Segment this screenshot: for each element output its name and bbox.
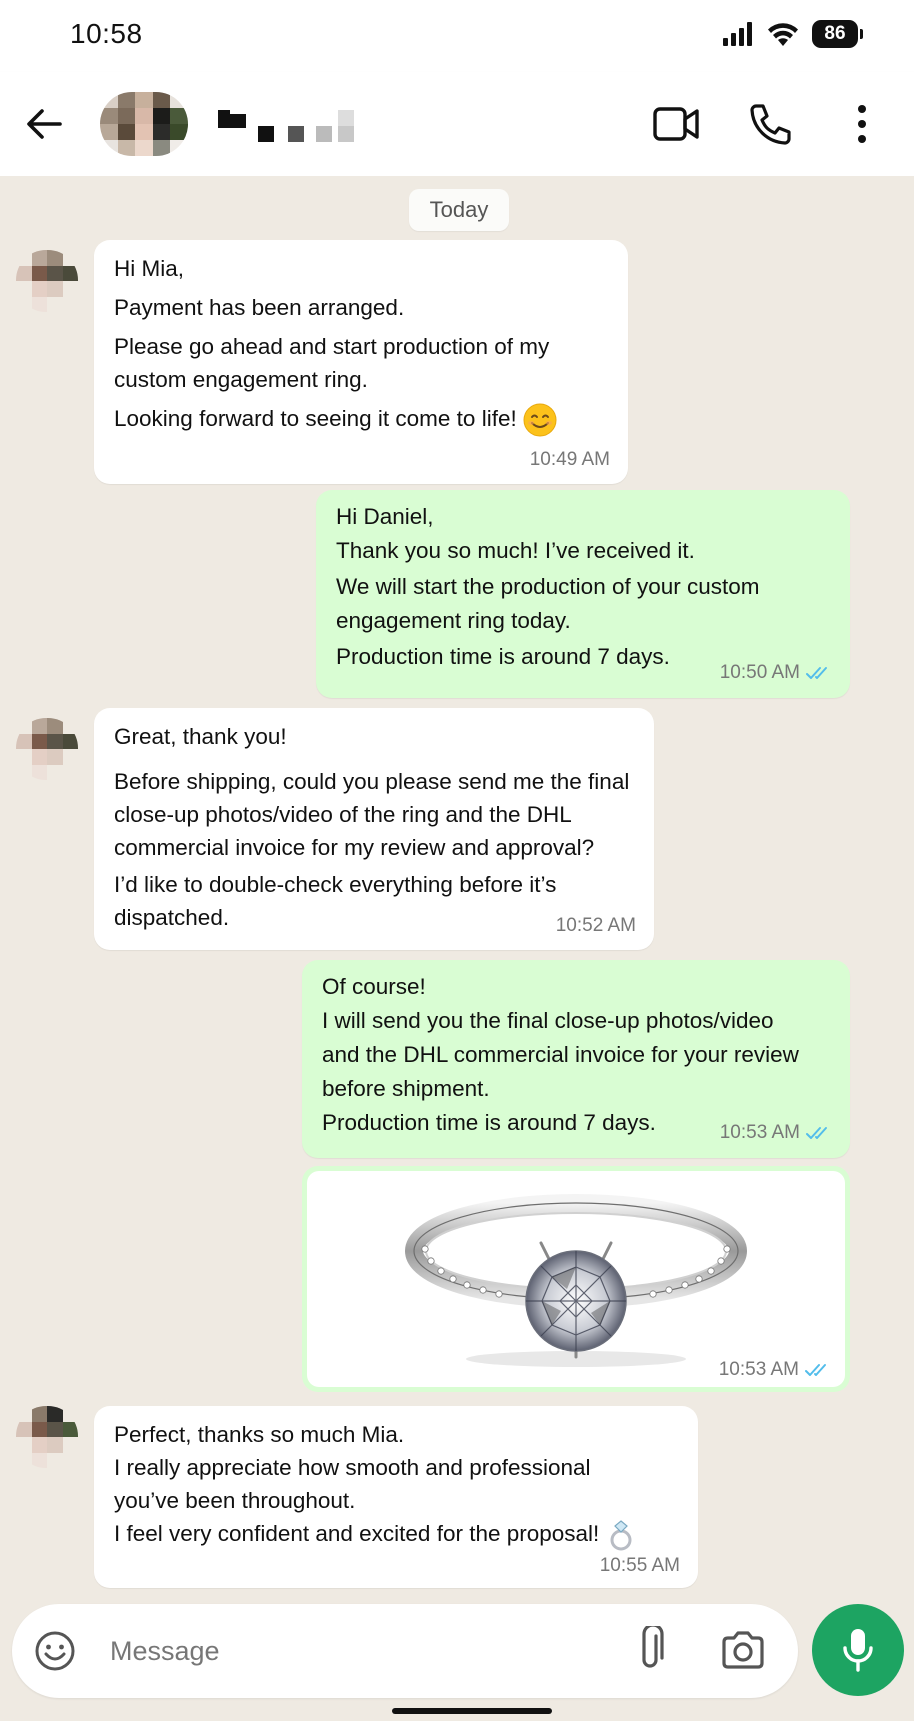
contact-name[interactable] — [218, 106, 354, 142]
message-line: commercial invoice for my review and app… — [114, 835, 595, 860]
video-call-button[interactable] — [650, 100, 702, 148]
home-indicator — [392, 1708, 552, 1714]
message-line: Great, thank you! — [114, 724, 287, 749]
emoji-icon[interactable] — [34, 1630, 76, 1672]
voice-call-icon — [750, 104, 791, 145]
message-line: Looking forward to seeing it come to lif… — [114, 406, 517, 431]
message-line-with-emoji: Looking forward to seeing it come to lif… — [114, 402, 608, 437]
more-options-icon — [858, 105, 866, 143]
signal-icon — [723, 22, 752, 46]
message-line: close-up photos/video of the ring and th… — [114, 802, 572, 827]
message-line: Payment has been arranged. — [114, 295, 405, 320]
voice-message-button[interactable] — [812, 1604, 904, 1696]
message-line: Perfect, thanks so much Mia. — [114, 1422, 405, 1447]
read-receipt-icon — [806, 1127, 827, 1139]
message-meta: 10:53 AM — [720, 1116, 832, 1150]
voice-call-button[interactable] — [744, 100, 796, 148]
message-time: 10:53 AM — [718, 1359, 799, 1380]
read-receipt-icon — [806, 667, 827, 679]
message-line: and the DHL commercial invoice for your … — [322, 1042, 799, 1067]
message-bubble-incoming[interactable]: Perfect, thanks so much Mia. I really ap… — [94, 1406, 698, 1588]
message-line: Before shipping, could you please send m… — [114, 769, 630, 794]
message-meta: 10:50 AM — [720, 656, 832, 690]
contact-avatar[interactable] — [100, 92, 188, 156]
message-line: Of course! — [322, 974, 426, 999]
battery-indicator: 86 — [812, 20, 863, 48]
message-line: I feel very confident and excited for th… — [114, 1521, 600, 1546]
message-bubble-outgoing[interactable]: Hi Daniel, Thank you so much! I’ve recei… — [316, 490, 850, 698]
message-bubble-incoming[interactable]: Great, thank you! Before shipping, could… — [94, 708, 654, 950]
message-meta: 10:49 AM — [530, 443, 610, 476]
message-line: Thank you so much! I’ve received it. — [336, 538, 695, 563]
message-line: I will send you the final close-up photo… — [322, 1008, 774, 1033]
chat-header — [0, 72, 914, 176]
sender-avatar[interactable] — [16, 1406, 78, 1468]
message-time: 10:50 AM — [719, 662, 800, 683]
message-meta: 10:53 AM — [719, 1359, 831, 1381]
ring-emoji-icon — [610, 1520, 632, 1551]
back-arrow-icon — [27, 109, 62, 139]
status-time: 10:58 — [70, 18, 143, 49]
wifi-icon — [768, 23, 798, 46]
smiling-face-emoji-icon — [523, 403, 557, 437]
message-line: engagement ring today. — [336, 608, 571, 633]
message-line: Hi Daniel, — [336, 504, 434, 529]
status-icons: 86 — [722, 18, 863, 50]
message-input[interactable] — [110, 1630, 540, 1672]
more-options-button[interactable] — [836, 100, 888, 148]
attach-icon[interactable] — [632, 1626, 668, 1674]
message-bubble-outgoing[interactable]: Of course! I will send you the final clo… — [302, 960, 850, 1158]
sender-avatar[interactable] — [16, 250, 78, 312]
message-composer — [12, 1604, 798, 1698]
image-message-bubble[interactable]: 10:53 AM — [302, 1166, 850, 1392]
battery-level: 86 — [824, 23, 846, 44]
message-time: 10:55 AM — [599, 1555, 680, 1576]
message-line: We will start the production of your cus… — [336, 574, 760, 599]
message-line: Please go ahead and start production of … — [114, 334, 550, 359]
message-line: Hi Mia, — [114, 256, 185, 281]
message-time: 10:52 AM — [555, 915, 636, 936]
message-line: I really appreciate how smooth and profe… — [114, 1455, 591, 1480]
message-line: custom engagement ring. — [114, 367, 368, 392]
chat-area[interactable]: Today Hi Mia, Payment has been arranged.… — [0, 176, 914, 1596]
message-line: before shipment. — [322, 1076, 490, 1101]
message-line: I’d like to double-check everything befo… — [114, 872, 557, 897]
message-time: 10:49 AM — [529, 449, 610, 470]
message-time: 10:53 AM — [719, 1122, 800, 1143]
message-bubble-incoming[interactable]: Hi Mia, Payment has been arranged. Pleas… — [94, 240, 628, 484]
message-meta: 10:52 AM — [556, 909, 636, 942]
message-meta: 10:55 AM — [600, 1549, 680, 1582]
video-call-icon — [653, 107, 699, 141]
camera-icon[interactable] — [720, 1630, 766, 1670]
engagement-ring-photo[interactable]: 10:53 AM — [307, 1171, 845, 1387]
message-line-with-emoji: I feel very confident and excited for th… — [114, 1517, 678, 1551]
status-bar: 10:58 86 — [0, 0, 914, 72]
read-receipt-icon — [805, 1364, 826, 1376]
contact-name-redacted — [218, 110, 354, 142]
microphone-icon — [843, 1629, 873, 1672]
back-button[interactable] — [20, 100, 68, 148]
date-separator: Today — [409, 189, 509, 231]
engagement-ring-image — [405, 1194, 747, 1367]
message-line: you’ve been throughout. — [114, 1488, 356, 1513]
sender-avatar[interactable] — [16, 718, 78, 780]
